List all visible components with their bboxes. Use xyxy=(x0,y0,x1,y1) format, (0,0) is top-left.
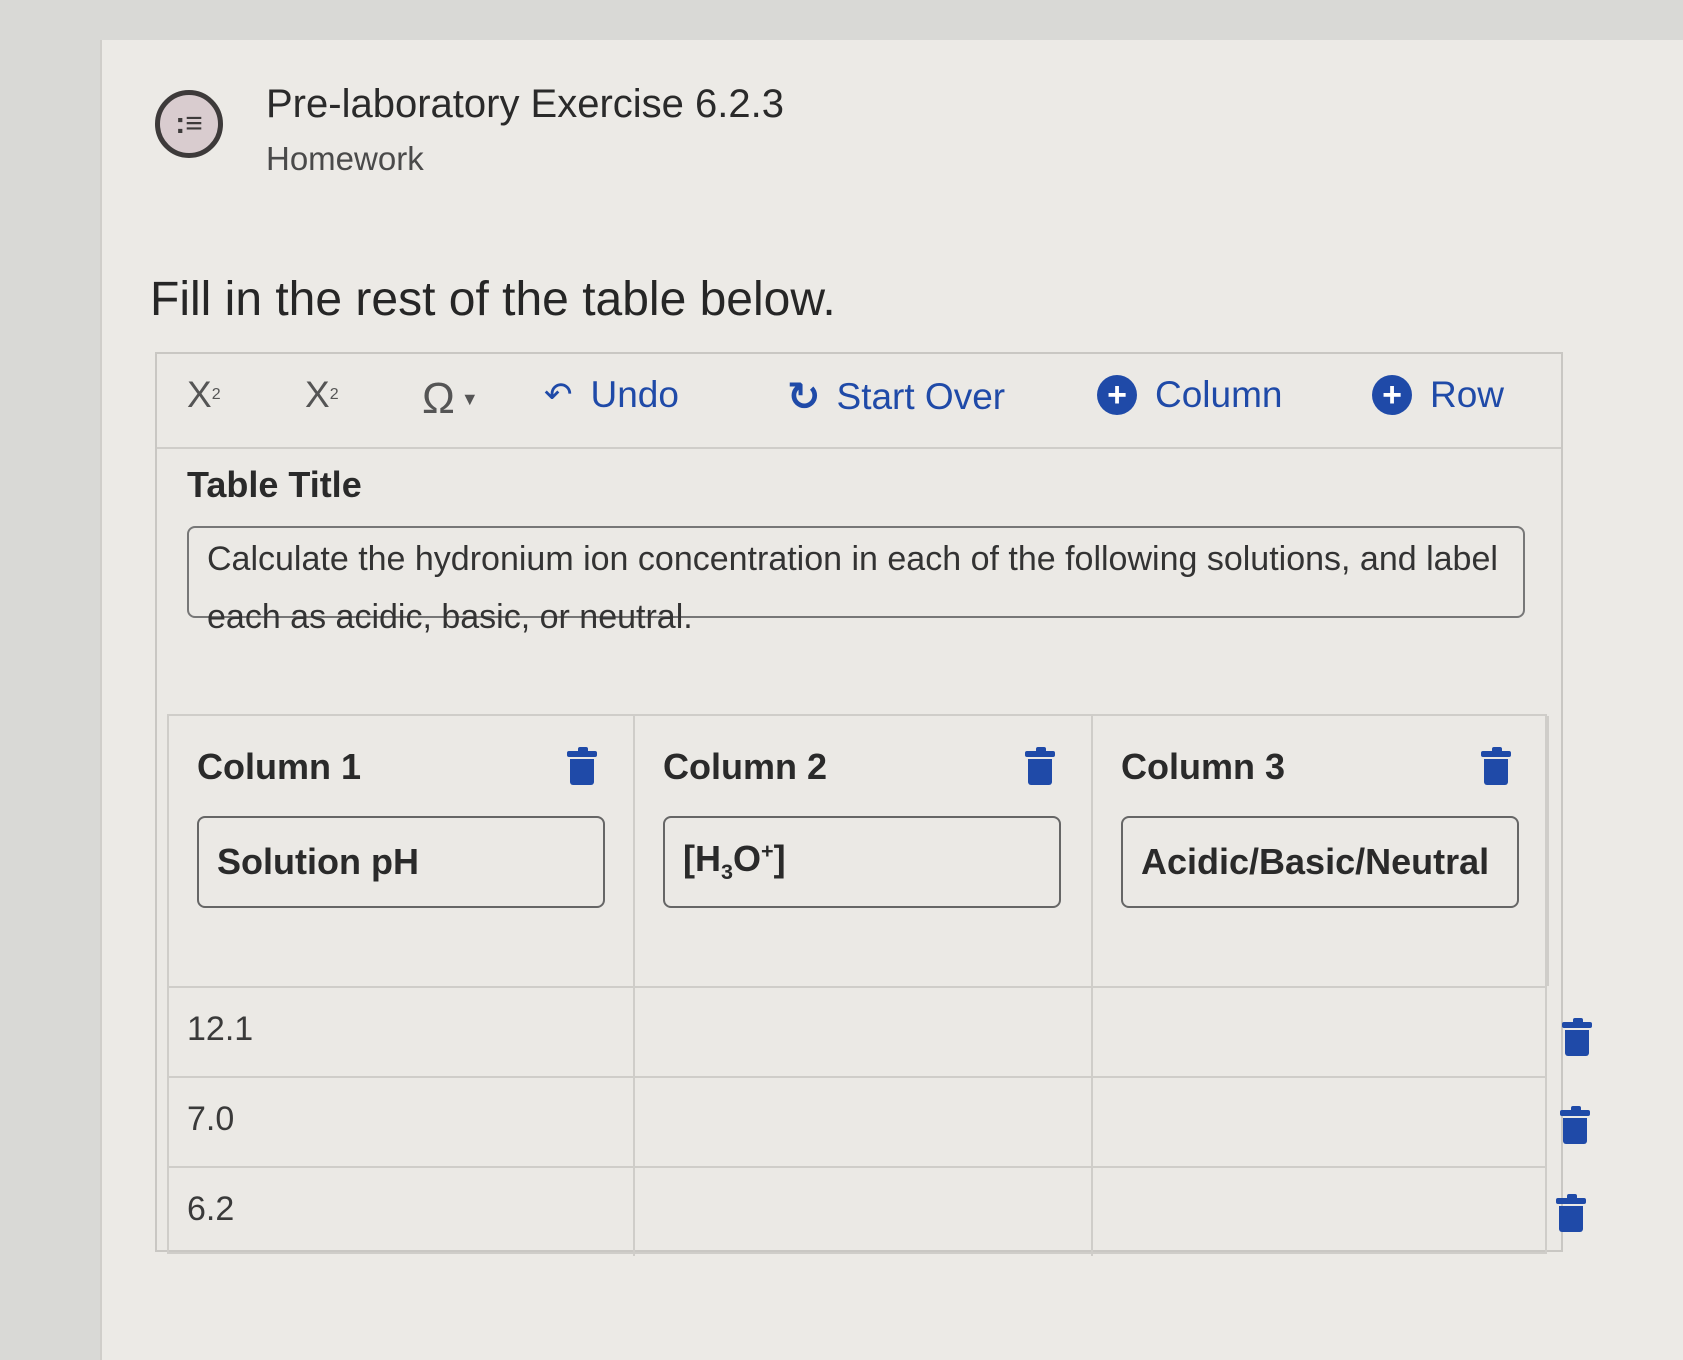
data-table: Column 1 Solution pH Column 2 [H3O+] Col… xyxy=(167,714,1549,1256)
start-over-button[interactable]: ↻ Start Over xyxy=(787,374,1005,420)
superscript-button[interactable]: X2 xyxy=(305,374,339,416)
column-header-input[interactable]: Solution pH xyxy=(197,816,605,908)
column-label: Column 3 xyxy=(1121,746,1286,787)
page-title: Pre-laboratory Exercise 6.2.3 xyxy=(266,82,785,126)
add-row-label: Row xyxy=(1430,374,1505,415)
page-subtitle: Homework xyxy=(266,140,424,177)
trash-icon[interactable] xyxy=(567,747,597,785)
trash-icon[interactable] xyxy=(1025,747,1055,785)
plus-circle-icon: + xyxy=(1097,375,1137,415)
table-cell[interactable] xyxy=(635,988,1093,1076)
list-chat-icon: :≡ xyxy=(155,90,223,158)
delete-row-trash-icon[interactable] xyxy=(1556,1194,1586,1232)
column-header-input[interactable]: [H3O+] xyxy=(663,816,1061,908)
symbol-dropdown[interactable]: Ω ▼ xyxy=(422,374,479,424)
table-cell[interactable] xyxy=(1093,1168,1549,1256)
add-row-button[interactable]: + Row xyxy=(1372,374,1504,416)
table-cell[interactable] xyxy=(635,1168,1093,1256)
table-cell[interactable] xyxy=(1093,1078,1549,1166)
column-label: Column 2 xyxy=(663,746,828,787)
subscript-icon: X xyxy=(187,374,212,415)
table-row: 6.2 xyxy=(169,1166,1545,1256)
table-title-label: Table Title xyxy=(187,464,362,505)
table-row: 7.0 xyxy=(169,1076,1545,1166)
table-cell[interactable]: 12.1 xyxy=(169,988,635,1076)
chevron-down-icon: ▼ xyxy=(460,388,479,409)
delete-row-trash-icon[interactable] xyxy=(1560,1106,1590,1144)
column-header-input[interactable]: Acidic/Basic/Neutral xyxy=(1121,816,1519,908)
table-title-input[interactable]: Calculate the hydronium ion concentratio… xyxy=(187,526,1525,636)
trash-icon[interactable] xyxy=(1481,747,1511,785)
undo-button[interactable]: ↶ Undo xyxy=(544,374,679,416)
add-column-button[interactable]: + Column xyxy=(1097,374,1283,416)
instruction-text: Fill in the rest of the table below. xyxy=(150,273,836,326)
column-header-1: Column 1 Solution pH xyxy=(169,716,635,986)
undo-label: Undo xyxy=(590,374,679,415)
undo-icon: ↶ xyxy=(544,376,573,414)
table-row: 12.1 xyxy=(169,986,1545,1076)
table-cell[interactable] xyxy=(635,1078,1093,1166)
hydronium-formula: [H3O+] xyxy=(683,838,786,885)
editor-toolbar: X2 X2 Ω ▼ ↶ Undo ↻ Start Over + Column +… xyxy=(157,354,1561,449)
column-header-2: Column 2 [H3O+] xyxy=(635,716,1093,986)
delete-row-trash-icon[interactable] xyxy=(1562,1018,1592,1056)
column-header-3: Column 3 Acidic/Basic/Neutral xyxy=(1093,716,1549,986)
table-editor: X2 X2 Ω ▼ ↶ Undo ↻ Start Over + Column +… xyxy=(155,352,1563,1256)
add-column-label: Column xyxy=(1155,374,1283,415)
superscript-icon: X xyxy=(305,374,330,415)
subscript-button[interactable]: X2 xyxy=(187,374,221,416)
refresh-icon: ↻ xyxy=(787,375,821,419)
plus-circle-icon: + xyxy=(1372,375,1412,415)
omega-icon: Ω xyxy=(422,374,455,423)
column-label: Column 1 xyxy=(197,746,362,787)
table-cell[interactable]: 7.0 xyxy=(169,1078,635,1166)
table-cell[interactable]: 6.2 xyxy=(169,1168,635,1256)
start-over-label: Start Over xyxy=(836,376,1006,417)
table-cell[interactable] xyxy=(1093,988,1549,1076)
